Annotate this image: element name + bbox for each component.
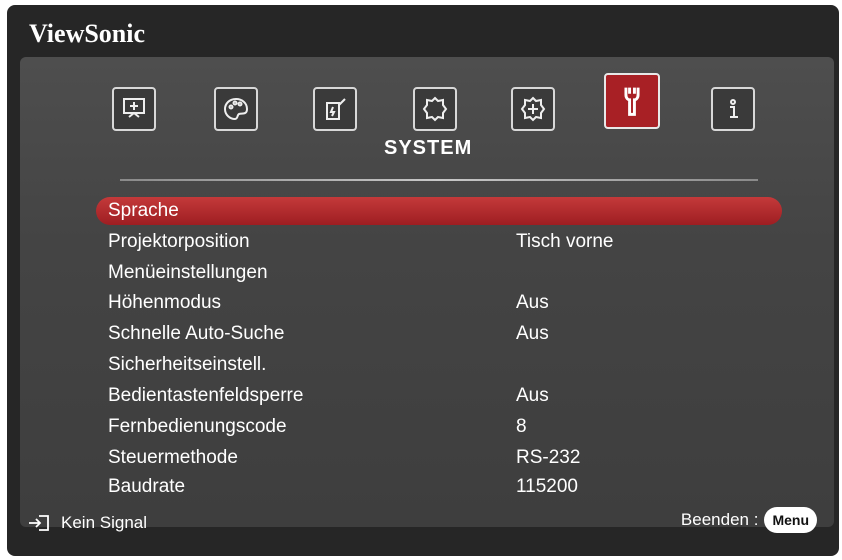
advanced-gear-icon: [520, 96, 546, 122]
tab-info[interactable]: [711, 87, 755, 131]
menu-button[interactable]: Menu: [764, 507, 817, 533]
osd-window: ViewSonic SYSTEM Sprache Projektorpositi…: [7, 5, 839, 556]
menu-item-label: Projektorposition: [108, 231, 250, 252]
input-source-icon: [29, 515, 49, 531]
brand-logo: ViewSonic: [29, 19, 146, 48]
menu-item-value: Aus: [516, 385, 549, 406]
menu-item-menueinstellungen[interactable]: Menüeinstellungen: [96, 259, 782, 287]
section-title: SYSTEM: [384, 137, 473, 159]
exit-hint: Beenden : Menu: [681, 507, 817, 533]
menu-item-steuermethode[interactable]: Steuermethode RS-232: [96, 444, 782, 472]
gear-icon: [422, 96, 448, 122]
signal-status: Kein Signal: [27, 513, 147, 533]
menu-item-sicherheitseinstell[interactable]: Sicherheitseinstell.: [96, 351, 782, 379]
menu-item-bedientastenfeldsperre[interactable]: Bedientastenfeldsperre Aus: [96, 382, 782, 410]
menu-item-label: Steuermethode: [108, 447, 238, 468]
menu-item-value: Aus: [516, 292, 549, 313]
tab-advanced[interactable]: [511, 87, 555, 131]
menu-item-value: 115200: [516, 476, 578, 497]
tab-power[interactable]: [313, 87, 357, 131]
divider: [120, 179, 758, 181]
menu-item-value: Tisch vorne: [516, 231, 614, 252]
tab-picture[interactable]: [214, 87, 258, 131]
menu-item-value: Aus: [516, 323, 549, 344]
menu-item-label: Baudrate: [108, 476, 186, 497]
power-plug-icon: [326, 98, 346, 120]
tab-system[interactable]: [604, 73, 660, 129]
info-icon: [730, 99, 738, 118]
tab-basic[interactable]: [413, 87, 457, 131]
menu-item-sprache[interactable]: Sprache: [96, 197, 782, 225]
menu-item-projektorposition[interactable]: Projektorposition Tisch vorne: [96, 228, 782, 256]
menu-item-baudrate[interactable]: Baudrate 115200: [96, 473, 782, 501]
display-icon: [123, 98, 145, 118]
menu-item-label: Sprache: [108, 200, 179, 221]
menu-item-value: RS-232: [516, 447, 581, 468]
menu-item-label: Fernbedienungscode: [108, 416, 287, 437]
menu-item-value: 8: [516, 416, 527, 437]
menu-item-label: Menüeinstellungen: [108, 262, 268, 283]
exit-text: Beenden :: [680, 510, 759, 529]
palette-icon: [223, 97, 249, 121]
menu-item-label: Sicherheitseinstell.: [108, 354, 267, 375]
menu-item-label: Schnelle Auto-Suche: [108, 323, 285, 344]
menu-item-fernbedienungscode[interactable]: Fernbedienungscode 8: [96, 413, 782, 441]
tab-display[interactable]: [112, 87, 156, 131]
menu-item-hoehenmodus[interactable]: Höhenmodus Aus: [96, 289, 782, 317]
menu-panel: SYSTEM Sprache Projektorposition Tisch v…: [20, 57, 834, 527]
menu-item-schnelle-auto-suche[interactable]: Schnelle Auto-Suche Aus: [96, 320, 782, 348]
menu-item-label: Höhenmodus: [108, 292, 222, 313]
signal-text: Kein Signal: [61, 513, 148, 532]
wrench-icon: [624, 87, 640, 116]
menu-item-label: Bedientastenfeldsperre: [108, 385, 304, 406]
